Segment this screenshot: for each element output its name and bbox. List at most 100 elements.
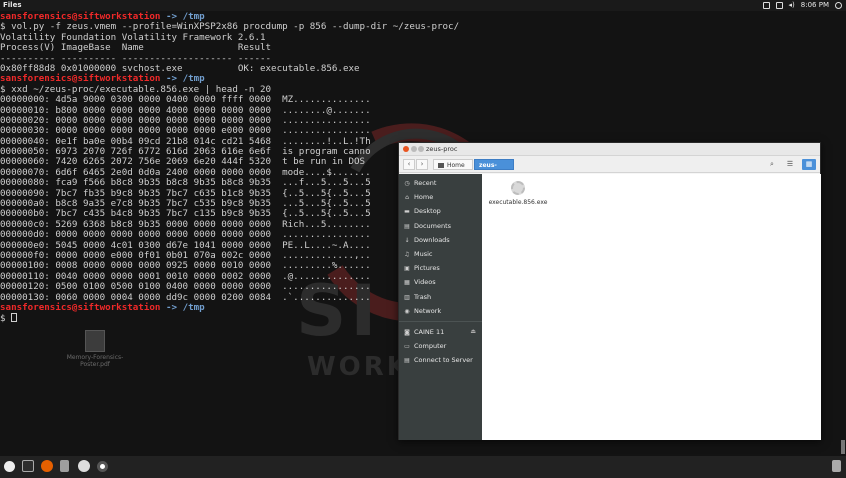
terminal-text: 00000100: 0008 0000 0000 0000 0925 0000 … <box>0 260 371 272</box>
wallpaper-subtext: WORK <box>307 352 410 382</box>
prompt-user: sansforensics@siftworkstation <box>0 11 161 22</box>
eject-icon[interactable]: ⏏ <box>470 325 476 339</box>
downloads-icon: ↓ <box>404 236 410 244</box>
network-icon: ◉ <box>404 307 410 315</box>
trash-icon: ▥ <box>404 293 410 301</box>
file-item[interactable]: executable.856.exe <box>488 180 548 206</box>
computer-icon: ▭ <box>404 343 410 351</box>
terminal-line: $ <box>0 313 400 324</box>
sidebar-item-desktop[interactable]: ▬ Desktop <box>399 204 482 218</box>
terminal-text: 000000d0: 0000 0000 0000 0000 0000 0000 … <box>0 229 371 241</box>
terminal-icon[interactable] <box>22 460 34 472</box>
volume-icon[interactable]: ◂) <box>789 0 795 11</box>
terminal-text: 000000b0: 7bc7 c435 b4c8 9b35 7bc7 c135 … <box>0 208 371 220</box>
sidebar-item-home[interactable]: ⌂ Home <box>399 190 482 204</box>
top-panel: Files ◂) 8:06 PM <box>0 0 846 11</box>
clock[interactable]: 8:06 PM <box>801 0 829 11</box>
sidebar: ◷ Recent ⌂ Home ▬ Desktop ▤ Documents ↓ Downloads… <box>399 174 482 440</box>
prompt-path: -> /tmp <box>165 73 205 85</box>
sidebar-item-label: CAINE 11 <box>414 327 445 336</box>
terminal-text: 000000c0: 5269 6368 b8c8 9b35 0000 0000 … <box>0 218 371 230</box>
pictures-icon: ▣ <box>404 265 410 273</box>
sidebar-item-pictures[interactable]: ▣ Pictures <box>399 261 482 275</box>
maximize-button[interactable] <box>418 146 424 152</box>
breadcrumb-current[interactable]: zeus-proc <box>474 159 514 180</box>
terminal-cursor[interactable] <box>11 313 18 323</box>
sidebar-item-music[interactable]: ♫ Music <box>399 247 482 261</box>
prompt-path: -> /tmp <box>165 301 205 313</box>
terminal-text: 00000010: b800 0000 0000 0000 4000 0000 … <box>0 104 371 116</box>
terminal-text: 00000070: 6d6f 6465 2e0d 0d0a 2400 0000 … <box>0 166 371 178</box>
keyboard-icon[interactable] <box>775 2 783 9</box>
sidebar-item-label: Connect to Server <box>414 356 473 365</box>
terminal-text: ---------- ---------- ------------------… <box>0 52 272 64</box>
screen-icon[interactable] <box>762 2 770 9</box>
prompt-path: -> /tmp <box>165 11 205 22</box>
terminal-line: sansforensics@siftworkstation -> /tmp <box>0 301 400 313</box>
terminal-text: 00000080: fca9 f566 b8c8 9b35 b8c8 9b35 … <box>0 177 371 189</box>
record-icon[interactable] <box>97 461 108 472</box>
sidebar-item-label: Documents <box>414 221 452 230</box>
sidebar-item-trash[interactable]: ▥ Trash <box>399 290 482 304</box>
sidebar-item-label: Recent <box>414 179 437 187</box>
desktop-icon: ▬ <box>404 208 410 216</box>
pdf-icon <box>85 330 105 352</box>
sidebar-item-label: Music <box>414 249 433 258</box>
home-icon: ⌂ <box>405 194 409 202</box>
list-view-icon[interactable]: ☰ <box>784 159 796 170</box>
terminal-text: 00000120: 0500 0100 0500 0100 0400 0000 … <box>0 281 371 293</box>
desktop-file-poster[interactable]: Memory-Forensics-Poster.pdf <box>60 330 130 368</box>
terminal-text: 00000030: 0000 0000 0000 0000 0000 0000 … <box>0 125 371 137</box>
files-icon[interactable] <box>60 460 69 472</box>
search-icon[interactable]: ⌕ <box>766 159 778 170</box>
sidebar-item-label: Computer <box>414 342 447 351</box>
sidebar-item-label: Home <box>414 193 434 202</box>
terminal-text: 000000a0: b8c8 9a35 e7c8 9b35 7bc7 c535 … <box>0 198 371 210</box>
terminal-output[interactable]: sansforensics@siftworkstation -> /tmp $ v… <box>0 11 459 342</box>
terminal-text: 00000110: 0040 0000 0000 0001 0010 0000 … <box>0 270 371 282</box>
sidebar-item-label: Videos <box>414 278 436 287</box>
sidebar-item-videos[interactable]: ▦ Videos <box>399 275 482 289</box>
active-app-title[interactable]: Files <box>3 0 22 11</box>
terminal-text: 00000060: 7420 6265 2072 756e 2069 6e20 … <box>0 156 371 168</box>
sidebar-item-label: Downloads <box>414 235 450 244</box>
terminal-text: 000000f0: 0000 0000 e000 0f01 0b01 070a … <box>0 249 371 261</box>
terminal-text: 00000040: 0e1f ba0e 00b4 09cd 21b8 014c … <box>0 135 371 147</box>
drive-icon: ◙ <box>404 328 410 336</box>
terminal-text: Process(V) ImageBase Name Result <box>0 42 272 54</box>
terminal-text: 0x80ff88d8 0x01000000 svchost.exe OK: ex… <box>0 62 360 74</box>
terminal-text: 00000000: 4d5a 9000 0300 0000 0400 0000 … <box>0 94 371 106</box>
window-titlebar[interactable]: zeus-proc <box>399 143 820 156</box>
sidebar-item-computer[interactable]: ▭ Computer <box>399 339 482 353</box>
terminal-text: 00000130: 0060 0000 0004 0000 dd9c 0000 … <box>0 291 371 303</box>
server-icon: ▤ <box>404 357 410 365</box>
sidebar-item-connect-to-server[interactable]: ▤ Connect to Server <box>399 353 482 367</box>
documents-icon: ▤ <box>404 222 410 230</box>
executable-icon <box>511 181 525 195</box>
scrollbar[interactable] <box>841 440 845 454</box>
sidebar-divider <box>399 320 482 322</box>
sidebar-item-recent[interactable]: ◷ Recent <box>399 176 482 190</box>
sidebar-item-network[interactable]: ◉ Network <box>399 304 482 318</box>
minimize-button[interactable] <box>411 146 417 152</box>
close-button[interactable] <box>403 146 409 152</box>
grid-view-icon[interactable]: ▦ <box>802 159 816 170</box>
desktop-file-label: Memory-Forensics-Poster.pdf <box>66 354 124 368</box>
trash-dock-icon[interactable] <box>832 460 841 472</box>
settings-icon[interactable] <box>78 460 90 472</box>
file-view[interactable]: executable.856.exe <box>482 174 821 440</box>
terminal-text: 00000050: 6973 2070 726f 6772 616d 2063 … <box>0 146 371 158</box>
sidebar-item-documents[interactable]: ▤ Documents <box>399 219 482 233</box>
apps-icon[interactable] <box>4 461 15 472</box>
firefox-icon[interactable] <box>41 460 53 472</box>
sidebar-item-downloads[interactable]: ↓ Downloads <box>399 233 482 247</box>
clock-icon: ◷ <box>404 180 410 187</box>
terminal-text: $ xxd ~/zeus-proc/executable.856.exe | h… <box>0 83 272 95</box>
prompt-user: sansforensics@siftworkstation <box>0 301 161 313</box>
sidebar-item-caine-11[interactable]: ◙ CAINE 11 ⏏ <box>399 325 482 339</box>
forward-button[interactable]: › <box>416 159 428 170</box>
back-button[interactable]: ‹ <box>403 159 415 170</box>
terminal-text: Volatility Foundation Volatility Framewo… <box>0 31 266 43</box>
power-icon[interactable] <box>835 2 842 9</box>
breadcrumb-home[interactable]: Home <box>433 159 473 170</box>
